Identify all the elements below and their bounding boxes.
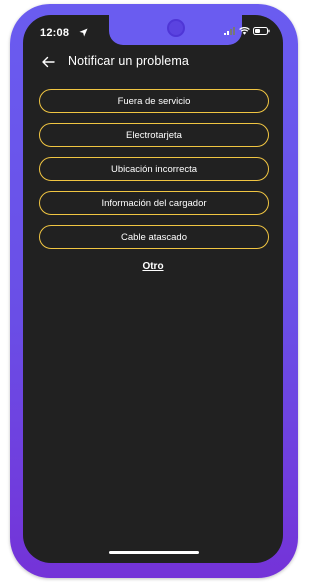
option-electrotarjeta-button[interactable]: Electrotarjeta: [39, 123, 269, 147]
status-icons: [224, 27, 270, 35]
app-screen: 12:08 Notificar un problema Fuera de ser…: [23, 15, 283, 563]
camera-icon: [166, 19, 185, 37]
notch: [109, 15, 242, 45]
battery-icon: [253, 27, 270, 35]
option-ubicacion-incorrecta-button[interactable]: Ubicación incorrecta: [39, 157, 269, 181]
status-time: 12:08: [40, 27, 70, 39]
location-arrow-icon: [79, 28, 88, 37]
option-fuera-de-servicio-button[interactable]: Fuera de servicio: [39, 89, 269, 113]
arrow-left-icon[interactable]: [40, 54, 56, 70]
option-cable-atascado-button[interactable]: Cable atascado: [39, 225, 269, 249]
page-title: Notificar un problema: [68, 54, 189, 68]
header: Notificar un problema: [23, 53, 283, 73]
signal-icon: [224, 27, 235, 35]
option-informacion-cargador-button[interactable]: Información del cargador: [39, 191, 269, 215]
home-indicator[interactable]: [109, 551, 199, 554]
problem-options: Fuera de servicio Electrotarjeta Ubicaci…: [39, 89, 269, 259]
other-link[interactable]: Otro: [23, 261, 283, 272]
wifi-icon: [239, 27, 250, 35]
